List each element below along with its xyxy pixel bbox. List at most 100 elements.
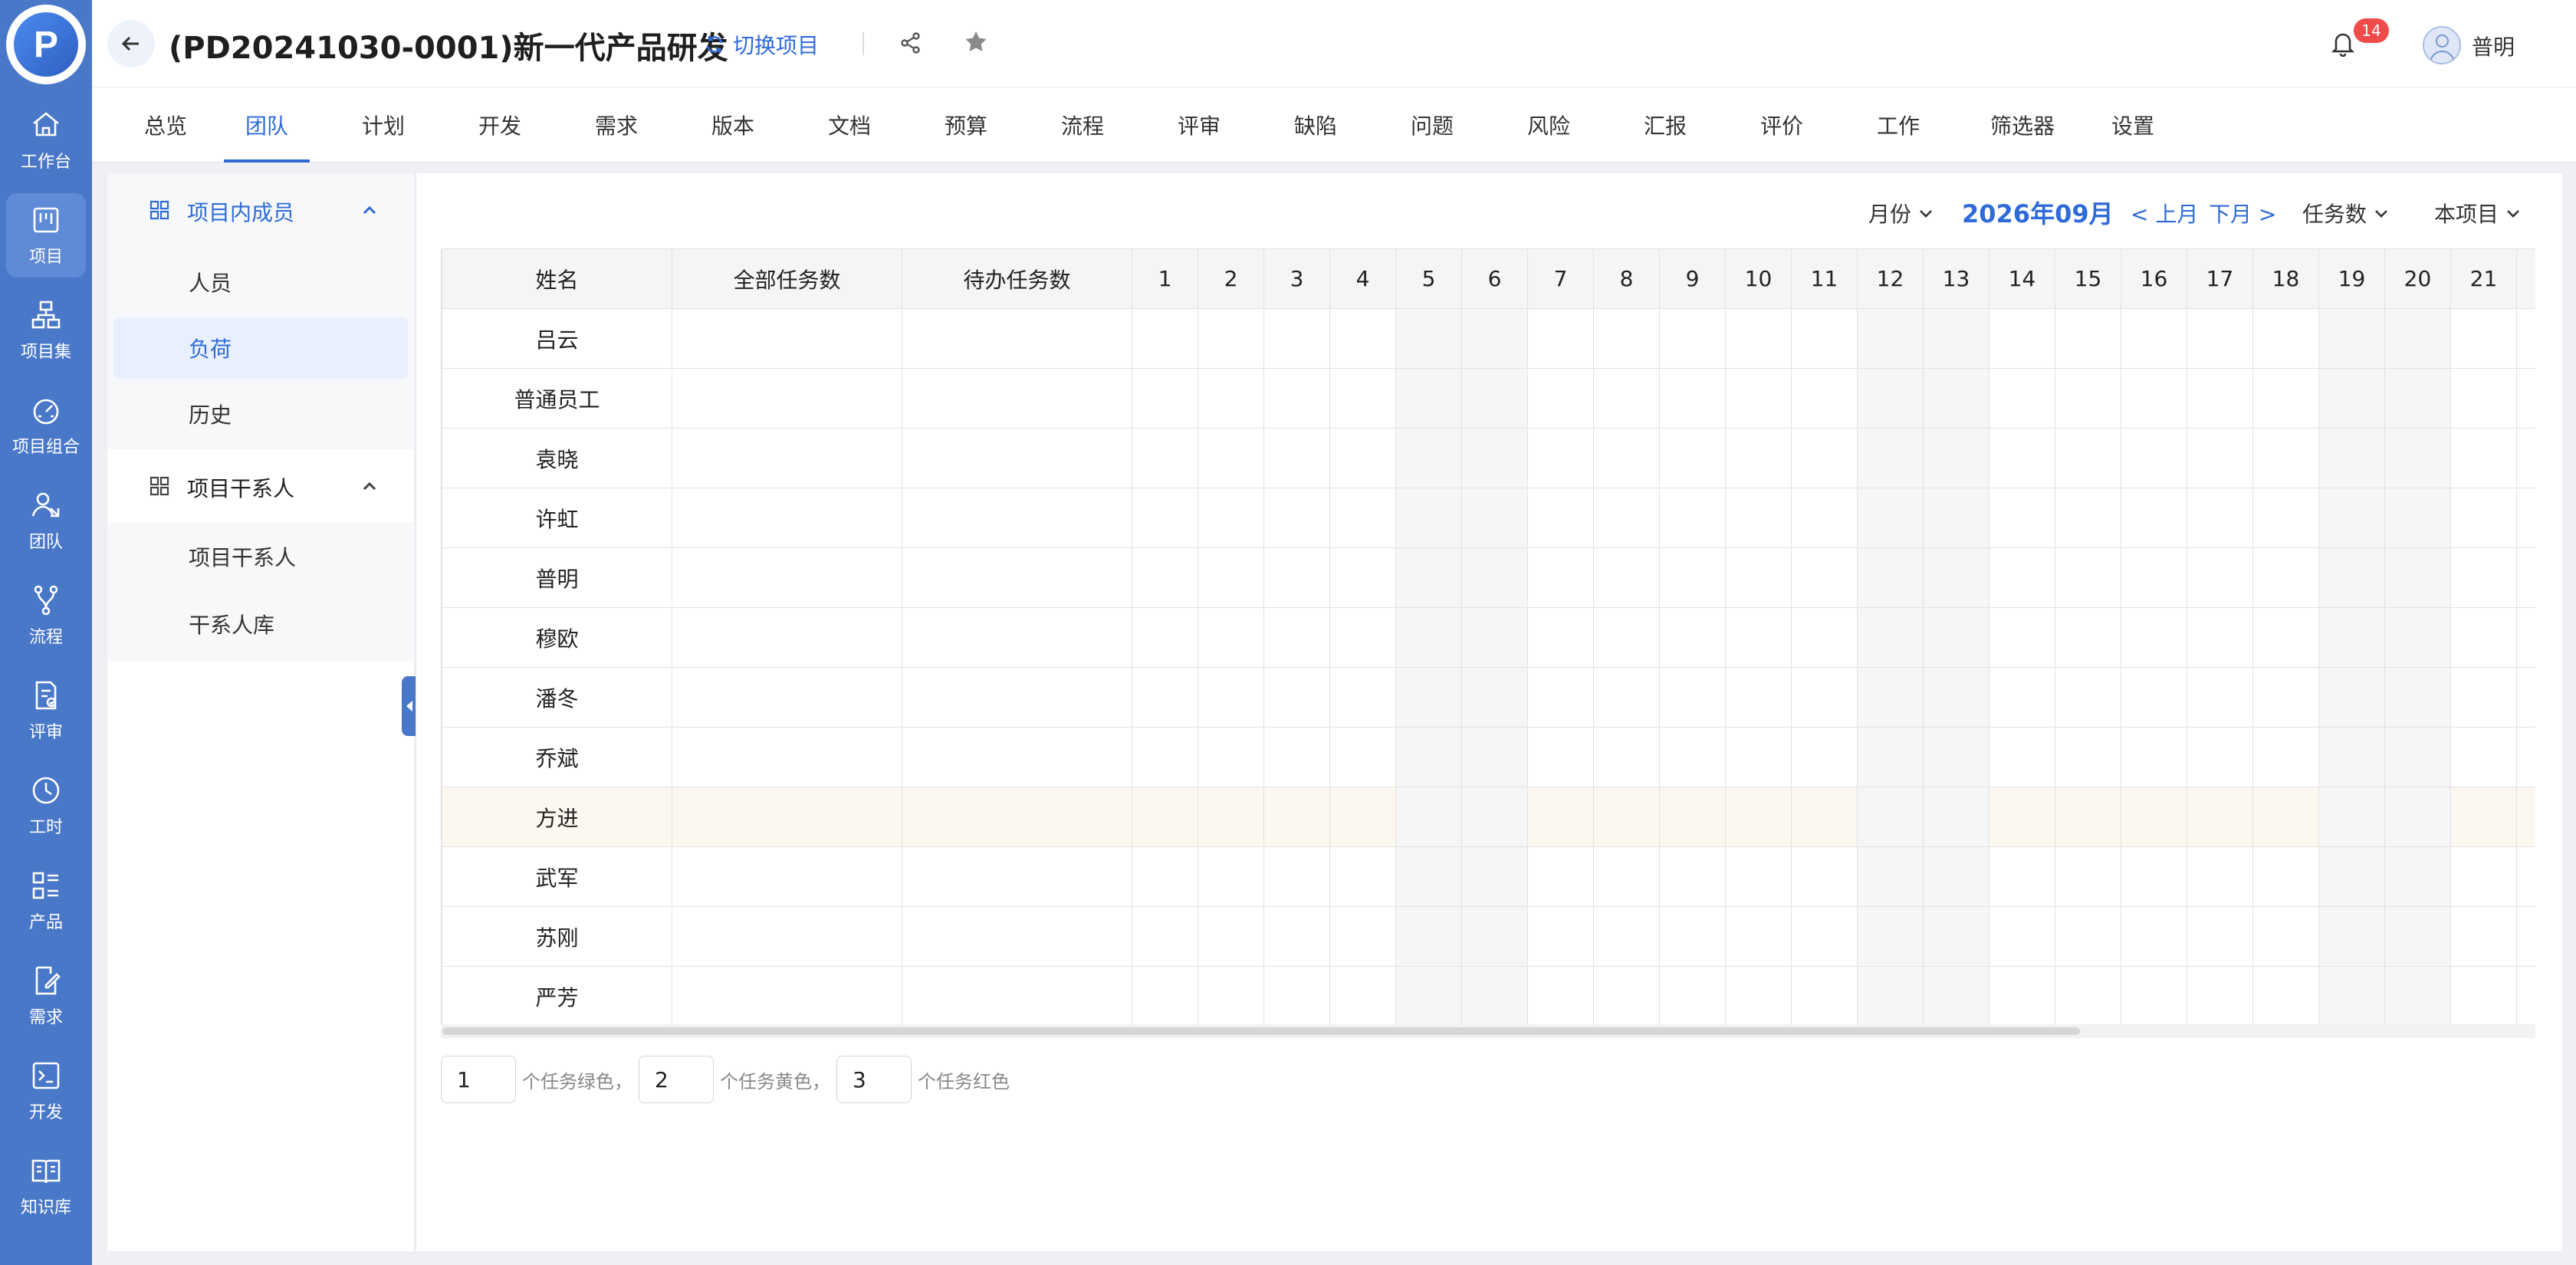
day-load-cell[interactable]	[2318, 966, 2385, 1027]
day-load-cell[interactable]	[2121, 607, 2187, 668]
day-load-cell[interactable]	[1461, 846, 1528, 907]
day-load-cell[interactable]	[1593, 966, 1660, 1027]
day-load-cell[interactable]	[2516, 428, 2535, 488]
day-load-cell[interactable]	[2384, 846, 2451, 907]
day-load-cell[interactable]	[1395, 488, 1462, 548]
nav-item-flow[interactable]: 流程	[6, 573, 86, 658]
tab-12[interactable]: 风险	[1506, 87, 1592, 163]
red-threshold-input[interactable]: 3	[836, 1056, 912, 1103]
day-load-cell[interactable]	[1329, 607, 1396, 668]
day-load-cell[interactable]	[1791, 488, 1858, 548]
subnav-item-stakeholder-library[interactable]: 干系人库	[113, 593, 408, 655]
day-load-cell[interactable]	[1923, 667, 1990, 728]
day-load-cell[interactable]	[2187, 787, 2253, 847]
day-load-cell[interactable]	[1395, 667, 1462, 728]
day-load-cell[interactable]	[1329, 966, 1396, 1027]
day-load-cell[interactable]	[2450, 308, 2517, 369]
day-load-cell[interactable]	[1593, 607, 1660, 668]
tab-2[interactable]: 计划	[340, 87, 426, 163]
day-load-cell[interactable]	[1923, 547, 1990, 608]
day-load-cell[interactable]	[1659, 607, 1726, 668]
day-load-cell[interactable]	[1329, 727, 1396, 787]
day-load-cell[interactable]	[1725, 846, 1792, 907]
day-load-cell[interactable]	[1725, 368, 1792, 429]
day-load-cell[interactable]	[1527, 547, 1594, 608]
day-load-cell[interactable]	[2055, 607, 2121, 668]
day-load-cell[interactable]	[2384, 906, 2451, 967]
nav-item-program[interactable]: 项目集	[6, 288, 86, 373]
nav-item-project[interactable]: 项目	[6, 193, 86, 278]
day-load-cell[interactable]	[1461, 368, 1528, 429]
day-load-cell[interactable]	[1198, 607, 1264, 668]
day-load-cell[interactable]	[2121, 368, 2187, 429]
day-load-cell[interactable]	[1791, 368, 1858, 429]
table-row[interactable]: 方进	[442, 787, 2535, 847]
tab-8[interactable]: 流程	[1040, 87, 1125, 163]
day-load-cell[interactable]	[2055, 547, 2121, 608]
day-load-cell[interactable]	[1923, 846, 1990, 907]
day-load-cell[interactable]	[1593, 787, 1660, 847]
day-load-cell[interactable]	[1989, 428, 2055, 488]
day-load-cell[interactable]	[1857, 846, 1924, 907]
day-load-cell[interactable]	[1132, 607, 1198, 668]
day-load-cell[interactable]	[1461, 428, 1528, 488]
day-load-cell[interactable]	[2318, 727, 2385, 787]
day-load-cell[interactable]	[2121, 966, 2187, 1027]
day-load-cell[interactable]	[2516, 488, 2535, 548]
green-threshold-input[interactable]: 1	[441, 1056, 516, 1103]
table-row[interactable]: 严芳	[442, 966, 2535, 1027]
day-load-cell[interactable]	[1791, 667, 1858, 728]
day-load-cell[interactable]	[2450, 428, 2517, 488]
day-load-cell[interactable]	[2055, 368, 2121, 429]
day-load-cell[interactable]	[1923, 368, 1990, 429]
day-load-cell[interactable]	[1791, 787, 1858, 847]
day-load-cell[interactable]	[2516, 846, 2535, 907]
day-load-cell[interactable]	[2318, 846, 2385, 907]
day-load-cell[interactable]	[1593, 428, 1660, 488]
subnav-item-load[interactable]: 负荷	[113, 317, 408, 379]
day-load-cell[interactable]	[2055, 667, 2121, 728]
day-load-cell[interactable]	[1593, 308, 1660, 369]
day-load-cell[interactable]	[1329, 308, 1396, 369]
day-load-cell[interactable]	[1989, 906, 2055, 967]
group-stakeholders-header[interactable]: 项目干系人	[107, 449, 414, 523]
day-load-cell[interactable]	[1659, 667, 1726, 728]
day-load-cell[interactable]	[1791, 607, 1858, 668]
day-load-cell[interactable]	[2384, 428, 2451, 488]
day-load-cell[interactable]	[2121, 547, 2187, 608]
day-load-cell[interactable]	[1857, 368, 1924, 429]
tab-0[interactable]: 总览	[123, 87, 209, 163]
day-load-cell[interactable]	[2516, 547, 2535, 608]
day-load-cell[interactable]	[2121, 488, 2187, 548]
prev-month-link[interactable]: < 上月	[2131, 198, 2198, 228]
day-load-cell[interactable]	[1132, 368, 1198, 429]
day-load-cell[interactable]	[2450, 787, 2517, 847]
day-load-cell[interactable]	[1395, 368, 1462, 429]
nav-item-terminal[interactable]: 开发	[6, 1049, 86, 1133]
day-load-cell[interactable]	[1263, 727, 1330, 787]
day-load-cell[interactable]	[2252, 308, 2319, 369]
day-load-cell[interactable]	[1923, 607, 1990, 668]
day-load-cell[interactable]	[1923, 727, 1990, 787]
day-load-cell[interactable]	[1461, 488, 1528, 548]
period-select[interactable]: 月份	[1868, 198, 1934, 228]
app-logo[interactable]: P	[6, 5, 86, 84]
tab-16[interactable]: 筛选器	[1970, 87, 2075, 163]
day-load-cell[interactable]	[2516, 727, 2535, 787]
table-row[interactable]: 武军	[442, 846, 2535, 907]
day-load-cell[interactable]	[1923, 308, 1990, 369]
tab-11[interactable]: 问题	[1389, 87, 1475, 163]
day-load-cell[interactable]	[1725, 607, 1792, 668]
day-load-cell[interactable]	[1527, 846, 1594, 907]
tab-10[interactable]: 缺陷	[1273, 87, 1359, 163]
day-load-cell[interactable]	[1659, 547, 1726, 608]
day-load-cell[interactable]	[1263, 428, 1330, 488]
nav-item-requirement[interactable]: 需求	[6, 954, 86, 1038]
day-load-cell[interactable]	[2055, 906, 2121, 967]
day-load-cell[interactable]	[2121, 428, 2187, 488]
day-load-cell[interactable]	[1659, 846, 1726, 907]
day-load-cell[interactable]	[2252, 787, 2319, 847]
day-load-cell[interactable]	[2252, 846, 2319, 907]
day-load-cell[interactable]	[1329, 368, 1396, 429]
day-load-cell[interactable]	[1198, 667, 1264, 728]
